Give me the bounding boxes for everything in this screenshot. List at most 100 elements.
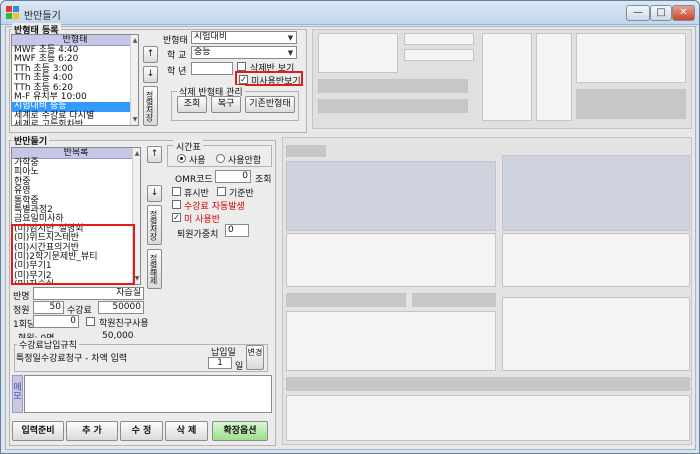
disabled-block	[318, 79, 468, 93]
disabled-block	[502, 233, 690, 287]
add-button[interactable]: 추 가	[66, 421, 118, 441]
timetable-use-label: 사용	[189, 156, 206, 166]
disabled-block	[286, 377, 690, 391]
disabled-block	[286, 145, 326, 157]
disabled-block	[576, 89, 686, 119]
disabled-block	[502, 155, 690, 231]
timetable-nouse-radio[interactable]	[216, 154, 225, 163]
edit-button[interactable]: 수 정	[120, 421, 163, 441]
disabled-block	[576, 33, 686, 83]
class-type-value: 시험대비	[194, 32, 228, 42]
title-bar: 반만들기 — □ ✕	[1, 1, 699, 25]
due-date-field[interactable]: 1	[208, 357, 232, 369]
class-type-label: 반형태	[163, 36, 188, 46]
grade-field[interactable]	[191, 62, 233, 75]
close-button[interactable]: ✕	[672, 5, 695, 21]
restore-button[interactable]: 복구	[211, 96, 241, 113]
app-icon	[6, 6, 20, 20]
show-deleted-checkbox[interactable]	[237, 62, 246, 71]
timetable-legend: 시간표	[174, 140, 203, 153]
holiday-checkbox[interactable]	[172, 187, 181, 196]
friend-checkbox[interactable]	[86, 317, 95, 326]
maximize-button[interactable]: □	[650, 5, 672, 21]
class-make-legend: 반만들기	[12, 134, 50, 147]
move-up-button[interactable]: ↑	[143, 46, 158, 63]
school-level-label: 학 교	[167, 51, 187, 61]
disabled-block	[286, 311, 496, 371]
chevron-down-icon: ▼	[287, 49, 294, 57]
memo-field[interactable]	[24, 375, 272, 413]
quota-label: 정원	[13, 306, 30, 316]
per-session-label: 1회당	[13, 320, 36, 330]
disabled-block	[286, 161, 496, 231]
due-date-unit: 일	[235, 362, 244, 372]
disabled-block	[318, 99, 468, 113]
scroll-up-icon[interactable]: ▲	[133, 149, 140, 158]
per-session-field[interactable]: 0	[33, 315, 79, 328]
disabled-block	[286, 395, 690, 441]
highlight-box-unused-classes	[11, 224, 135, 285]
input-ready-button[interactable]: 입력준비	[12, 421, 64, 441]
school-level-combo[interactable]: 중등 ▼	[191, 46, 297, 59]
disabled-block	[404, 33, 474, 45]
class-type-list-scrollbar[interactable]: ▲ ▼	[130, 35, 138, 125]
list-item[interactable]: 세계로 고등회차반	[12, 120, 138, 125]
memo-tab: 메모	[12, 375, 23, 413]
disabled-block	[286, 233, 496, 287]
class-move-up-button[interactable]: ↑	[147, 146, 162, 163]
minimize-button[interactable]: —	[626, 5, 650, 21]
delete-button[interactable]: 삭 제	[165, 421, 208, 441]
disabled-block	[286, 293, 406, 307]
omr-label: OMR코드	[175, 175, 213, 185]
timetable-nouse-label: 사용안함	[228, 156, 262, 166]
class-sort-clear-button[interactable]: 정렬해제	[147, 249, 162, 289]
app-window: 반만들기 — □ ✕ 반형태 등록 반형태 MWF 초등 4:40 MWF 초등 …	[0, 0, 700, 454]
class-type-combo[interactable]: 시험대비 ▼	[191, 31, 297, 44]
fee-field[interactable]: 50000	[98, 301, 144, 314]
change-button[interactable]: 변경	[246, 345, 264, 370]
existing-type-button[interactable]: 기존반형태	[245, 96, 295, 113]
retire-weight-label: 퇴원가중치	[177, 230, 219, 240]
retire-weight-field[interactable]: 0	[225, 224, 249, 237]
disabled-block	[404, 49, 474, 61]
base-class-label: 기준반	[229, 189, 254, 199]
tuition-rule-text: 특정일수강료청구 - 차액 입력	[16, 354, 128, 364]
client-area: 반형태 등록 반형태 MWF 초등 4:40 MWF 초등 6:20 TTh 초등 …	[5, 23, 696, 450]
omr-search-button[interactable]: 조회	[255, 172, 272, 185]
autofee-label: 수강료 자동발생	[184, 202, 245, 212]
disabled-block	[482, 33, 532, 121]
list-item[interactable]: 한중	[12, 177, 140, 187]
omr-field[interactable]: 0	[215, 170, 251, 183]
class-name-field[interactable]: 자습실	[33, 287, 144, 300]
expand-options-button[interactable]: 확장옵션	[212, 421, 268, 441]
friend-label: 학원친구사용	[99, 319, 149, 329]
chevron-down-icon: ▼	[287, 34, 294, 42]
sort-save-button[interactable]: 정렬저장	[143, 86, 158, 126]
list-item[interactable]: 피아노	[12, 167, 140, 177]
disabled-block	[412, 293, 496, 307]
highlight-box-unused	[235, 71, 303, 86]
school-level-value: 중등	[194, 47, 211, 57]
class-sort-save-button[interactable]: 정렬저장	[147, 205, 162, 245]
quota-field[interactable]: 50	[33, 301, 64, 314]
autofee-checkbox[interactable]	[172, 200, 181, 209]
class-type-list[interactable]: 반형태 MWF 초등 4:40 MWF 초등 6:20 TTh 초등 3:00 TTh…	[11, 34, 139, 126]
class-move-down-button[interactable]: ↓	[147, 185, 162, 202]
timetable-use-radio[interactable]	[177, 154, 186, 163]
grade-label: 학 년	[167, 67, 187, 77]
move-down-button[interactable]: ↓	[143, 66, 158, 83]
holiday-label: 휴시반	[184, 189, 209, 199]
scroll-down-icon[interactable]: ▼	[131, 115, 138, 124]
current-fee-value: 50,000	[102, 331, 134, 341]
disabled-block	[502, 297, 690, 371]
window-title: 반만들기	[24, 11, 61, 22]
scroll-up-icon[interactable]: ▲	[131, 36, 138, 45]
unused-class-checkbox[interactable]: ✓	[172, 213, 181, 222]
base-class-checkbox[interactable]	[217, 187, 226, 196]
search-button[interactable]: 조회	[177, 96, 207, 113]
unused-class-label: 미 사용반	[184, 215, 220, 225]
tuition-legend: 수강료납입규칙	[17, 338, 79, 351]
disabled-block	[536, 33, 572, 121]
disabled-block	[318, 33, 398, 73]
class-name-label: 반명	[13, 292, 30, 302]
